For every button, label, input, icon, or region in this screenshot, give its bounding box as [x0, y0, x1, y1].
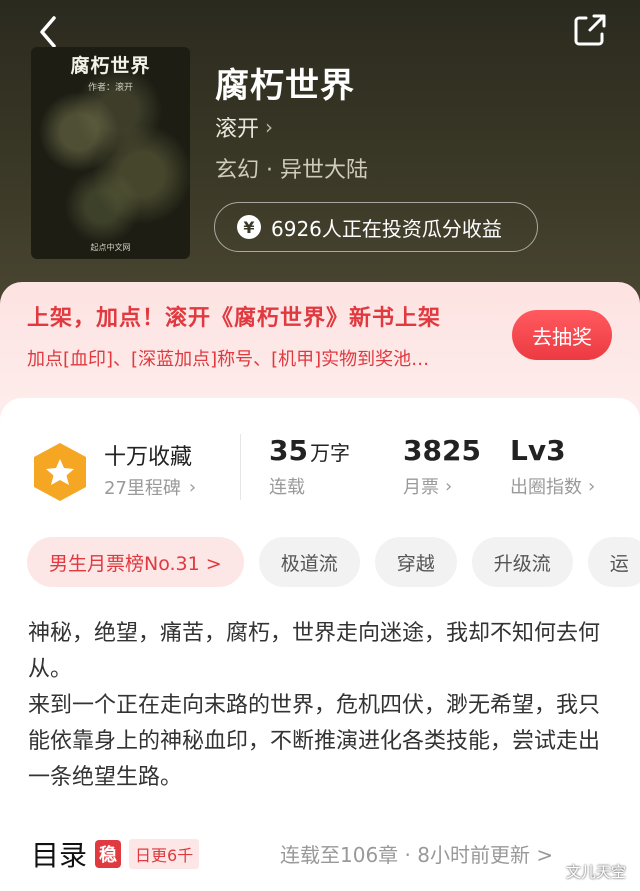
popularity-label: 出圈指数	[510, 477, 582, 498]
chevron-right-icon: ›	[588, 475, 596, 497]
monthly-votes-label: 月票	[403, 477, 439, 498]
cover-title: 腐朽世界	[70, 55, 151, 77]
invest-label: 6926人正在投资瓜分收益	[271, 216, 502, 241]
milestone-link[interactable]: 27里程碑 ›	[104, 474, 196, 500]
stable-update-badge: 稳	[95, 840, 122, 868]
star-badge-icon	[34, 443, 86, 501]
share-export-icon	[574, 14, 606, 46]
cover-publisher: 起点中文网	[90, 243, 131, 252]
invest-button[interactable]: ¥ 6926人正在投资瓜分收益	[214, 202, 538, 252]
tag-item[interactable]: 升级流	[471, 537, 573, 587]
book-title: 腐朽世界	[215, 66, 355, 106]
favorites-count: 十万收藏	[104, 445, 193, 470]
watermark: 文儿天空	[566, 863, 627, 881]
popularity-stat[interactable]: Lv3 出圈指数 ›	[510, 434, 595, 499]
serial-status: 连载	[269, 477, 305, 498]
popularity-value: Lv3	[510, 434, 566, 467]
word-count-value: 35	[269, 434, 308, 467]
cover-author: 作者：滚开	[87, 83, 133, 93]
tag-list: 男生月票榜No.31 > 极道流 穿越 升级流 运	[27, 537, 640, 587]
word-count-stat: 35 万字 连载	[269, 434, 350, 499]
share-button[interactable]	[570, 10, 610, 50]
monthly-votes-stat[interactable]: 3825 月票 ›	[403, 434, 481, 499]
tag-item[interactable]: 穿越	[374, 537, 457, 587]
lottery-button[interactable]: 去抽奖	[512, 310, 612, 360]
toc-title: 目录	[31, 839, 88, 872]
toc-header[interactable]: 目录 稳 日更6千	[31, 834, 200, 874]
synopsis-paragraph: 来到一个正在走向末路的世界，危机四伏，渺无希望，我只能依靠身上的神秘血印，不断推…	[28, 693, 601, 790]
word-count-unit: 万字	[309, 441, 350, 465]
chevron-right-icon: ›	[265, 115, 274, 139]
tag-item[interactable]: 极道流	[258, 537, 360, 587]
synopsis-paragraph: 神秘，绝望，痛苦，腐朽，世界走向迷途，我却不知何去何从。	[28, 621, 601, 682]
tag-rank[interactable]: 男生月票榜No.31 >	[27, 537, 244, 587]
monthly-votes-value: 3825	[403, 434, 481, 467]
author-link[interactable]: 滚开 ›	[215, 111, 273, 143]
tag-item[interactable]: 运	[587, 537, 640, 587]
promo-subtitle: 加点[血印]、[深蓝加点]称号、[机甲]实物到奖池…	[27, 349, 430, 370]
yen-coin-icon: ¥	[237, 215, 261, 239]
book-info-card: 十万收藏 27里程碑 › 35 万字 连载 3825 月票 › Lv3 出圈指数…	[0, 398, 640, 891]
book-cover[interactable]: 腐朽世界 作者：滚开 起点中文网	[31, 47, 190, 259]
promo-title: 上架，加点！滚开《腐朽世界》新书上架	[27, 306, 442, 331]
author-name: 滚开	[215, 117, 260, 142]
milestone-label: 27里程碑	[104, 478, 181, 499]
book-hero-header: 腐朽世界 作者：滚开 起点中文网 腐朽世界 滚开 › 玄幻 · 异世大陆 ¥ 6…	[0, 0, 640, 310]
stats-divider	[240, 434, 241, 500]
back-button[interactable]	[30, 12, 70, 52]
toc-status-link[interactable]: 连载至106章 · 8小时前更新 >	[280, 839, 553, 868]
book-synopsis[interactable]: 神秘，绝望，痛苦，腐朽，世界走向迷途，我却不知何去何从。 来到一个正在走向末路的…	[28, 616, 608, 796]
chevron-left-icon	[40, 16, 56, 48]
update-frequency: 日更6千	[129, 839, 200, 869]
chevron-right-icon: ›	[445, 475, 453, 497]
chevron-right-icon: ›	[188, 476, 197, 498]
book-genre: 玄幻 · 异世大陆	[215, 158, 368, 183]
